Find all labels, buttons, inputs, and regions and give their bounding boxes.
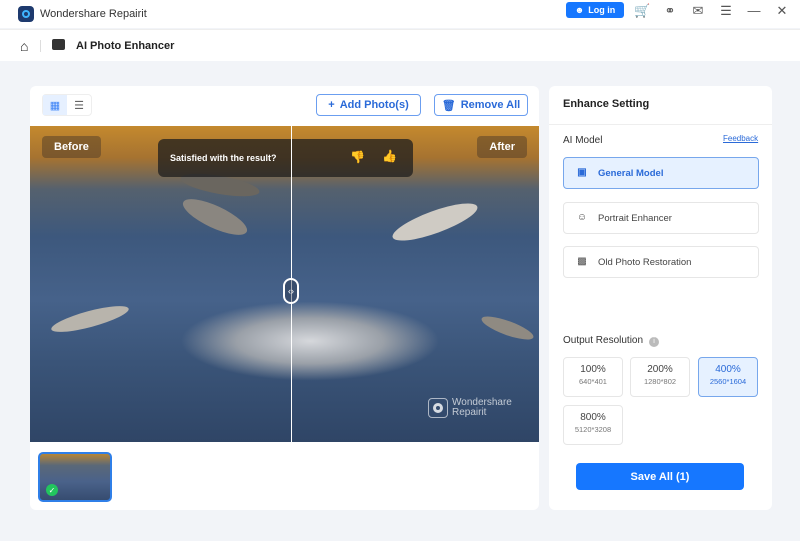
login-button[interactable]: ☻ Log in — [566, 2, 624, 18]
model-portrait[interactable]: ☺ Portrait Enhancer — [563, 202, 759, 234]
info-icon[interactable]: i — [649, 337, 660, 347]
seagull-flock — [180, 301, 440, 381]
grid-view-icon[interactable]: ▦ — [43, 95, 67, 115]
divider — [40, 40, 41, 52]
model-label: Portrait Enhancer — [598, 212, 672, 224]
resolution-dims: 640*401 — [579, 377, 607, 386]
before-label: Before — [42, 136, 101, 158]
check-icon: ✓ — [46, 484, 58, 496]
watermark: Wondershare Repairit — [428, 398, 512, 418]
image-icon: ▣ — [577, 167, 587, 178]
enhance-settings-panel: Enhance Setting AI Model Feedback ▣ Gener… — [549, 86, 772, 510]
seagull — [178, 192, 252, 242]
remove-all-button[interactable]: 🗑 Remove All — [434, 94, 528, 116]
feedback-prompt: Satisfied with the result? — [170, 153, 277, 163]
breadcrumb: ⌂ AI Photo Enhancer — [0, 29, 800, 61]
model-old-photo[interactable]: ▩ Old Photo Restoration — [563, 246, 759, 278]
ai-model-label: AI Model — [563, 135, 603, 146]
list-view-icon[interactable]: ☰ — [67, 95, 91, 115]
model-label: General Model — [598, 167, 664, 179]
resolution-percent: 800% — [580, 412, 606, 423]
preview-panel: ▦ ☰ + Add Photo(s) 🗑 Remove All Before Aft… — [30, 86, 539, 510]
seagull — [49, 300, 131, 338]
login-label: Log in — [588, 5, 616, 15]
photo-thumbnail[interactable]: ✓ — [38, 452, 112, 502]
cart-icon[interactable]: 🛒 — [634, 3, 650, 19]
resolution-dims: 2560*1604 — [709, 377, 747, 386]
minimize-icon[interactable]: — — [746, 3, 762, 19]
resolution-dims: 1280*802 — [643, 377, 677, 386]
resolution-200[interactable]: 200% 1280*802 — [630, 357, 690, 397]
resolution-percent: 100% — [580, 364, 606, 375]
home-icon[interactable]: ⌂ — [20, 38, 28, 54]
mail-icon[interactable]: ✉ — [690, 3, 706, 19]
app-name: Wondershare Repairit — [40, 8, 147, 20]
seagull — [479, 312, 536, 344]
add-photos-label: Add Photo(s) — [339, 99, 409, 111]
photo-icon — [52, 39, 65, 50]
resolution-dims: 5120*3208 — [574, 425, 612, 434]
resolution-400[interactable]: 400% 2560*1604 — [698, 357, 758, 397]
save-all-button[interactable]: Save All (1) — [576, 463, 744, 490]
remove-all-label: Remove All — [460, 99, 521, 111]
thumbs-down-icon[interactable]: 👎 — [350, 150, 365, 164]
resolution-800[interactable]: 800% 5120*3208 — [563, 405, 623, 445]
menu-icon[interactable]: ☰ — [718, 3, 734, 19]
after-label: After — [477, 136, 527, 158]
resolution-percent: 400% — [715, 364, 741, 375]
watermark-logo-icon — [428, 398, 448, 418]
thumbs-up-icon[interactable]: 👍 — [382, 149, 397, 163]
close-icon[interactable]: ✕ — [774, 3, 790, 19]
view-toggle: ▦ ☰ — [42, 94, 92, 116]
output-resolution-text: Output Resolution — [563, 335, 644, 346]
watermark-line2: Repairit — [452, 407, 487, 418]
app-logo-icon — [18, 6, 34, 22]
feedback-link[interactable]: Feedback — [723, 134, 758, 143]
model-label: Old Photo Restoration — [598, 256, 692, 268]
split-drag-handle[interactable]: ‹› — [283, 278, 299, 304]
comparison-image[interactable]: Before After Satisfied with the result? … — [30, 126, 539, 442]
feedback-prompt-bar: Satisfied with the result? 👎 👍 — [158, 139, 413, 177]
old-photo-icon: ▩ — [577, 256, 587, 267]
model-general[interactable]: ▣ General Model — [563, 157, 759, 189]
trash-icon: 🗑 — [441, 99, 456, 112]
divider — [549, 124, 772, 125]
settings-title: Enhance Setting — [563, 98, 650, 110]
headset-icon[interactable]: ⚭ — [662, 3, 678, 19]
user-icon: ☻ — [574, 5, 585, 15]
resolution-100[interactable]: 100% 640*401 — [563, 357, 623, 397]
resolution-percent: 200% — [647, 364, 673, 375]
output-resolution-label: Output Resolution i — [563, 335, 660, 347]
plus-icon: + — [328, 99, 335, 111]
add-photos-button[interactable]: + Add Photo(s) — [316, 94, 421, 116]
title-bar: Wondershare Repairit ☻ Log in 🛒 ⚭ ✉ ☰ — ✕ — [0, 0, 800, 28]
seagull — [388, 196, 482, 248]
page-title: AI Photo Enhancer — [76, 40, 175, 52]
portrait-icon: ☺ — [576, 212, 588, 223]
